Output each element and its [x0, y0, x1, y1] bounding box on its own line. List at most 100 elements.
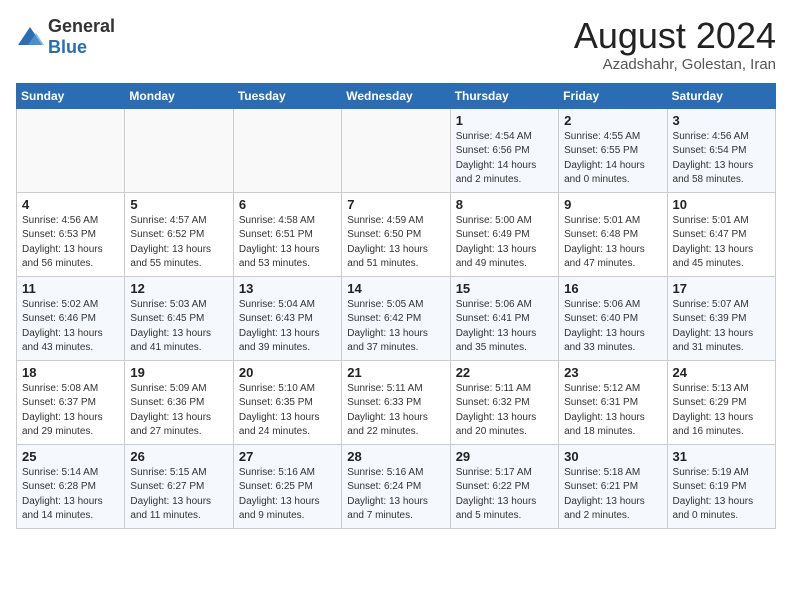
day-number: 7 [347, 197, 444, 212]
day-number: 18 [22, 365, 119, 380]
calendar-cell: 6 Sunrise: 4:58 AM Sunset: 6:51 PM Daylig… [233, 192, 341, 276]
weekday-header-row: SundayMondayTuesdayWednesdayThursdayFrid… [17, 83, 776, 108]
logo: General Blue [16, 16, 115, 58]
calendar-header: SundayMondayTuesdayWednesdayThursdayFrid… [17, 83, 776, 108]
day-number: 16 [564, 281, 661, 296]
weekday-header-sunday: Sunday [17, 83, 125, 108]
day-number: 2 [564, 113, 661, 128]
day-info: Sunrise: 5:01 AM Sunset: 6:48 PM Dayligh… [564, 214, 661, 272]
day-number: 22 [456, 365, 553, 380]
calendar-cell: 25Sunrise: 5:14 AM Sunset: 6:28 PM Dayli… [17, 444, 125, 528]
day-info: Sunrise: 5:07 AM Sunset: 6:39 PM Dayligh… [673, 298, 770, 356]
day-number: 23 [564, 365, 661, 380]
calendar-cell: 5Sunrise: 4:57 AM Sunset: 6:52 PM Daylig… [125, 192, 233, 276]
logo-general: General [48, 16, 115, 36]
calendar-cell: 12 Sunrise: 5:03 AM Sunset: 6:45 PM Dayli… [125, 276, 233, 360]
calendar-cell: 3 Sunrise: 4:56 AM Sunset: 6:54 PM Daylig… [667, 108, 775, 192]
calendar-week-row: 11 Sunrise: 5:02 AM Sunset: 6:46 PM Dayli… [17, 276, 776, 360]
calendar-week-row: 25Sunrise: 5:14 AM Sunset: 6:28 PM Dayli… [17, 444, 776, 528]
calendar-cell: 13 Sunrise: 5:04 AM Sunset: 6:43 PM Dayli… [233, 276, 341, 360]
day-number: 12 [130, 281, 227, 296]
day-info: Sunrise: 4:55 AM Sunset: 6:55 PM Dayligh… [564, 130, 661, 188]
day-number: 31 [673, 449, 770, 464]
day-number: 8 [456, 197, 553, 212]
calendar-cell [17, 108, 125, 192]
day-info: Sunrise: 5:19 AM Sunset: 6:19 PM Dayligh… [673, 466, 770, 524]
logo-blue: Blue [48, 37, 87, 57]
calendar-week-row: 1Sunrise: 4:54 AM Sunset: 6:56 PM Daylig… [17, 108, 776, 192]
title-area: August 2024 Azadshahr, Golestan, Iran [574, 16, 776, 73]
day-number: 13 [239, 281, 336, 296]
calendar-cell: 19 Sunrise: 5:09 AM Sunset: 6:36 PM Dayli… [125, 360, 233, 444]
day-number: 10 [673, 197, 770, 212]
calendar-cell: 4 Sunrise: 4:56 AM Sunset: 6:53 PM Daylig… [17, 192, 125, 276]
calendar-cell: 29 Sunrise: 5:17 AM Sunset: 6:22 PM Dayli… [450, 444, 558, 528]
day-number: 17 [673, 281, 770, 296]
calendar-table: SundayMondayTuesdayWednesdayThursdayFrid… [16, 83, 776, 529]
day-number: 3 [673, 113, 770, 128]
day-info: Sunrise: 5:11 AM Sunset: 6:32 PM Dayligh… [456, 382, 553, 440]
calendar-cell: 1Sunrise: 4:54 AM Sunset: 6:56 PM Daylig… [450, 108, 558, 192]
day-info: Sunrise: 4:56 AM Sunset: 6:53 PM Dayligh… [22, 214, 119, 272]
day-number: 21 [347, 365, 444, 380]
calendar-cell: 14 Sunrise: 5:05 AM Sunset: 6:42 PM Dayli… [342, 276, 450, 360]
calendar-cell: 11 Sunrise: 5:02 AM Sunset: 6:46 PM Dayli… [17, 276, 125, 360]
calendar-cell: 31 Sunrise: 5:19 AM Sunset: 6:19 PM Dayli… [667, 444, 775, 528]
day-number: 29 [456, 449, 553, 464]
day-number: 4 [22, 197, 119, 212]
calendar-cell: 26 Sunrise: 5:15 AM Sunset: 6:27 PM Dayli… [125, 444, 233, 528]
day-info: Sunrise: 5:10 AM Sunset: 6:35 PM Dayligh… [239, 382, 336, 440]
day-number: 9 [564, 197, 661, 212]
calendar-cell: 2 Sunrise: 4:55 AM Sunset: 6:55 PM Daylig… [559, 108, 667, 192]
calendar-cell: 30 Sunrise: 5:18 AM Sunset: 6:21 PM Dayli… [559, 444, 667, 528]
day-info: Sunrise: 5:08 AM Sunset: 6:37 PM Dayligh… [22, 382, 119, 440]
day-number: 28 [347, 449, 444, 464]
day-info: Sunrise: 5:12 AM Sunset: 6:31 PM Dayligh… [564, 382, 661, 440]
day-info: Sunrise: 4:56 AM Sunset: 6:54 PM Dayligh… [673, 130, 770, 188]
day-info: Sunrise: 5:17 AM Sunset: 6:22 PM Dayligh… [456, 466, 553, 524]
day-number: 20 [239, 365, 336, 380]
page-header: General Blue August 2024 Azadshahr, Gole… [16, 16, 776, 73]
day-number: 19 [130, 365, 227, 380]
weekday-header-monday: Monday [125, 83, 233, 108]
calendar-cell: 23 Sunrise: 5:12 AM Sunset: 6:31 PM Dayli… [559, 360, 667, 444]
weekday-header-wednesday: Wednesday [342, 83, 450, 108]
day-info: Sunrise: 4:54 AM Sunset: 6:56 PM Dayligh… [456, 130, 553, 188]
day-info: Sunrise: 5:16 AM Sunset: 6:24 PM Dayligh… [347, 466, 444, 524]
calendar-week-row: 18 Sunrise: 5:08 AM Sunset: 6:37 PM Dayli… [17, 360, 776, 444]
day-number: 6 [239, 197, 336, 212]
day-info: Sunrise: 4:58 AM Sunset: 6:51 PM Dayligh… [239, 214, 336, 272]
day-number: 5 [130, 197, 227, 212]
day-number: 26 [130, 449, 227, 464]
day-info: Sunrise: 5:18 AM Sunset: 6:21 PM Dayligh… [564, 466, 661, 524]
day-info: Sunrise: 5:11 AM Sunset: 6:33 PM Dayligh… [347, 382, 444, 440]
calendar-week-row: 4 Sunrise: 4:56 AM Sunset: 6:53 PM Daylig… [17, 192, 776, 276]
day-info: Sunrise: 5:04 AM Sunset: 6:43 PM Dayligh… [239, 298, 336, 356]
day-number: 14 [347, 281, 444, 296]
calendar-cell [342, 108, 450, 192]
day-info: Sunrise: 5:13 AM Sunset: 6:29 PM Dayligh… [673, 382, 770, 440]
day-info: Sunrise: 5:02 AM Sunset: 6:46 PM Dayligh… [22, 298, 119, 356]
day-info: Sunrise: 5:16 AM Sunset: 6:25 PM Dayligh… [239, 466, 336, 524]
calendar-cell: 15Sunrise: 5:06 AM Sunset: 6:41 PM Dayli… [450, 276, 558, 360]
day-number: 30 [564, 449, 661, 464]
day-number: 11 [22, 281, 119, 296]
calendar-cell: 22 Sunrise: 5:11 AM Sunset: 6:32 PM Dayli… [450, 360, 558, 444]
calendar-cell: 17 Sunrise: 5:07 AM Sunset: 6:39 PM Dayli… [667, 276, 775, 360]
day-info: Sunrise: 5:00 AM Sunset: 6:49 PM Dayligh… [456, 214, 553, 272]
day-info: Sunrise: 5:09 AM Sunset: 6:36 PM Dayligh… [130, 382, 227, 440]
day-info: Sunrise: 5:01 AM Sunset: 6:47 PM Dayligh… [673, 214, 770, 272]
day-number: 15 [456, 281, 553, 296]
day-info: Sunrise: 5:15 AM Sunset: 6:27 PM Dayligh… [130, 466, 227, 524]
day-info: Sunrise: 5:05 AM Sunset: 6:42 PM Dayligh… [347, 298, 444, 356]
day-number: 27 [239, 449, 336, 464]
month-year-title: August 2024 [574, 16, 776, 56]
calendar-cell: 27 Sunrise: 5:16 AM Sunset: 6:25 PM Dayli… [233, 444, 341, 528]
logo-text: General Blue [48, 16, 115, 58]
calendar-cell: 7Sunrise: 4:59 AM Sunset: 6:50 PM Daylig… [342, 192, 450, 276]
calendar-cell: 20 Sunrise: 5:10 AM Sunset: 6:35 PM Dayli… [233, 360, 341, 444]
calendar-cell: 16Sunrise: 5:06 AM Sunset: 6:40 PM Dayli… [559, 276, 667, 360]
calendar-body: 1Sunrise: 4:54 AM Sunset: 6:56 PM Daylig… [17, 108, 776, 528]
day-info: Sunrise: 5:03 AM Sunset: 6:45 PM Dayligh… [130, 298, 227, 356]
calendar-cell: 18 Sunrise: 5:08 AM Sunset: 6:37 PM Dayli… [17, 360, 125, 444]
